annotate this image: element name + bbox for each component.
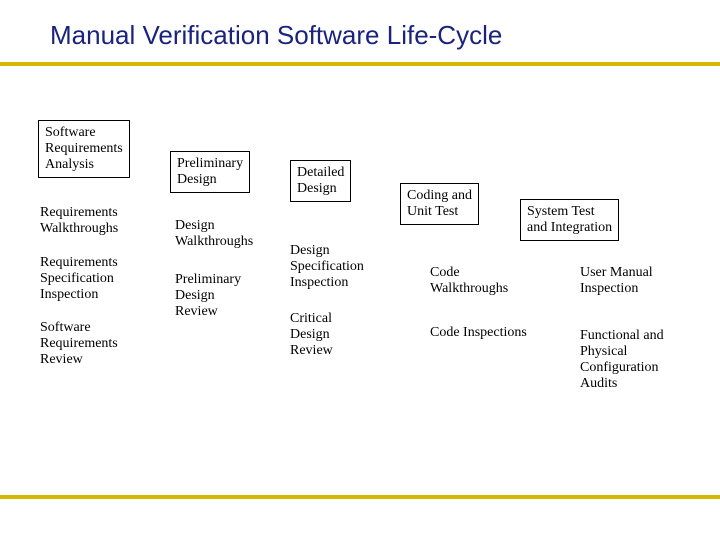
- label-code-walkthroughs: CodeWalkthroughs: [430, 265, 508, 297]
- label-critical-design-review: CriticalDesignReview: [290, 311, 333, 359]
- label-functional-physical-config-audits: Functional andPhysicalConfigurationAudit…: [580, 328, 664, 392]
- title-rule: [0, 62, 720, 66]
- label-design-walkthroughs: DesignWalkthroughs: [175, 218, 253, 250]
- label-user-manual-inspection: User ManualInspection: [580, 265, 653, 297]
- box-software-requirements-analysis: SoftwareRequirementsAnalysis: [38, 120, 130, 178]
- box-preliminary-design: PreliminaryDesign: [170, 151, 250, 193]
- label-code-inspections: Code Inspections: [430, 325, 527, 341]
- label-design-specification-inspection: DesignSpecificationInspection: [290, 243, 364, 291]
- footer-rule: [0, 495, 720, 499]
- page-title: Manual Verification Software Life-Cycle: [50, 20, 502, 51]
- label-preliminary-design-review: PreliminaryDesignReview: [175, 272, 241, 320]
- box-detailed-design: DetailedDesign: [290, 160, 351, 202]
- label-requirements-walkthroughs: RequirementsWalkthroughs: [40, 205, 118, 237]
- box-coding-unit-test: Coding andUnit Test: [400, 183, 479, 225]
- label-software-requirements-review: SoftwareRequirementsReview: [40, 320, 118, 368]
- label-requirements-specification-inspection: RequirementsSpecificationInspection: [40, 255, 118, 303]
- box-system-test-integration: System Testand Integration: [520, 199, 619, 241]
